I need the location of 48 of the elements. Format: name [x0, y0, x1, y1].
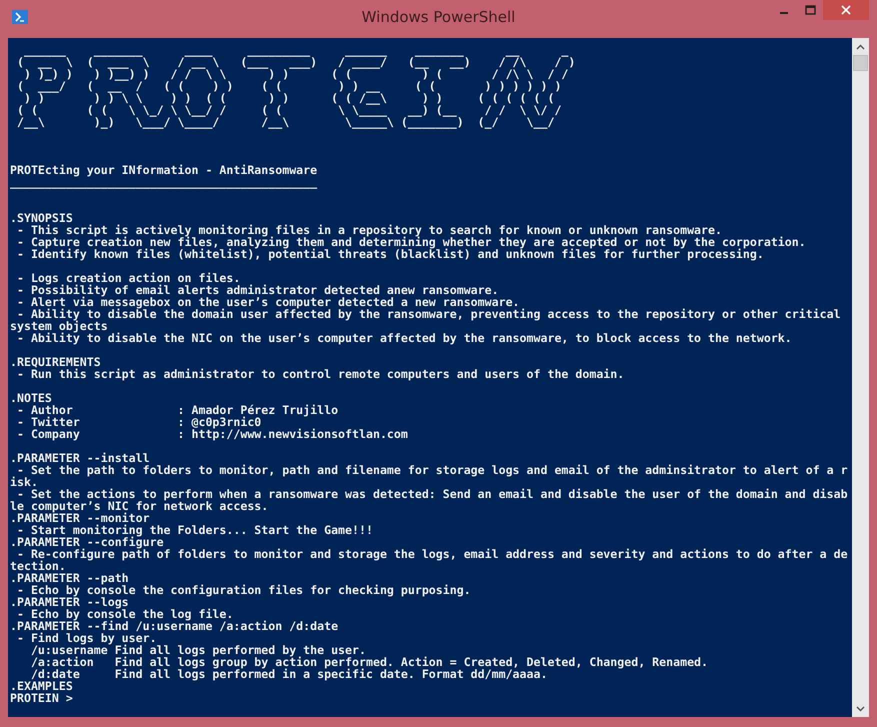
console-line: .PARAMETER --find /u:username /a:action /d:date — [10, 620, 340, 632]
console-line: PROTEIN > — [10, 692, 74, 704]
console-line: .REQUIREMENTS — [10, 356, 101, 368]
console-line: .PARAMETER --install — [10, 452, 151, 464]
console-line: - This script is actively monitoring files in a repository to search for known or unknown ransomware. — [16, 224, 723, 236]
console-line: .EXAMPLES — [10, 680, 73, 692]
console-line: - Set the actions to perform when a ransomware was detected: Send an email and disable the user of the domain and disab — [16, 488, 849, 500]
console-line: - Start monitoring the Folders... Start the Game!!! — [16, 524, 374, 536]
console-line: - Find logs by user. — [16, 632, 157, 644]
console-line: - Re-configure path of folders to monitor and storage the logs, email address and severity and actions to do after a de — [16, 548, 849, 560]
console-line: system objects — [10, 320, 108, 332]
powershell-icon — [12, 10, 28, 24]
console-line: isk. — [10, 476, 39, 488]
console-line: - Logs creation action on files. — [16, 272, 240, 284]
console-line: - Identify known files (whitelist), potential threats (blacklist) and unknown files for further processing. — [16, 248, 764, 260]
console-line: PROTEcting your INformation - AntiRansomware — [10, 164, 318, 176]
console-line: - Run this script as administrator to control remote computers and users of the domain. — [16, 368, 626, 380]
console-line: - Ability to disable the domain user affected by the ransomware, preventing access to the repository or other critical — [16, 308, 842, 320]
console-line: - Possibility of email alerts administrator detected anew ransomware. — [16, 284, 500, 296]
ascii-art-title: ______ _______ ____ _________ ______ _______ __ _ ( __ \ ( ___ \ / __ \ (___ ___) / ____/ (__ __) / /\ / ) ) )_) ) ) )__) ) / / \ \ ) ) ( ( ) ( / /\ \ / / ( ___/ ( __ / ( ( ) ) ( ( ) ) __ ( ( ) ) ) ) ) ) ) ) ) ) \ \ ) ) ( ( ) ) ( ( /__\ ) ) ( ( ( ( ( ( ( ( ( ( \ \_/ \ \__/ / ( ( \ \____ __) (__ / / \ \/ / /__\ )_) \___/ \____/ /__\ \_____\ (_______) (_/ \__/ — [16, 44, 576, 128]
minimize-icon — [780, 12, 788, 14]
console-line: .PARAMETER --configure — [10, 536, 165, 548]
console-line: - Echo by console the configuration files for checking purposing. — [16, 584, 472, 596]
scroll-thumb[interactable] — [853, 55, 868, 71]
console-line: - Capture creation new files, analyzing them and determining whether they are accepted or not by the corporation. — [16, 236, 807, 248]
console-line: - Set the path to folders to monitor, path and filename for storage logs and email of the adminsitrator to alert of a r — [16, 464, 849, 476]
maximize-icon — [804, 5, 816, 15]
console-line: - Company : http://www.newvisionsoftlan.com — [16, 428, 409, 440]
scrollbar[interactable] — [852, 38, 869, 717]
console-line: .PARAMETER --monitor — [10, 512, 151, 524]
console-line: .PARAMETER --logs — [10, 596, 130, 608]
console-line: .SYNOPSIS — [10, 212, 73, 224]
console-line: tection. — [10, 560, 66, 572]
console-line: /u:username Find all logs performed by the user. — [30, 644, 367, 656]
console-line: - Ability to disable the NIC on the user’s computer affected by the ransomware, to block access to the network. — [16, 332, 793, 344]
console-line: ____________________________________________ — [10, 176, 318, 188]
console-line: - Echo by console the log file. — [16, 608, 234, 620]
console-line: .PARAMETER --path — [10, 572, 130, 584]
close-button[interactable] — [823, 0, 869, 20]
close-icon — [841, 5, 851, 15]
console-line: - Twitter : @c0p3rnic0 — [16, 416, 262, 428]
window-title: Windows PowerShell — [362, 8, 516, 26]
console-line: - Author : Amador Pérez Trujillo — [16, 404, 340, 416]
console-line: .NOTES — [10, 392, 53, 404]
console-line: le computer’s NIC for network access. — [10, 500, 270, 512]
console-line: /a:action Find all logs group by action performed. Action = Created, Deleted, Changed, Renamed. — [30, 656, 710, 668]
console-line: - Alert via messagebox on the user’s computer detected a new ransomware. — [16, 296, 520, 308]
console-line: /d:date Find all logs performed in a specific date. Format dd/mm/aaaa. — [30, 668, 548, 680]
